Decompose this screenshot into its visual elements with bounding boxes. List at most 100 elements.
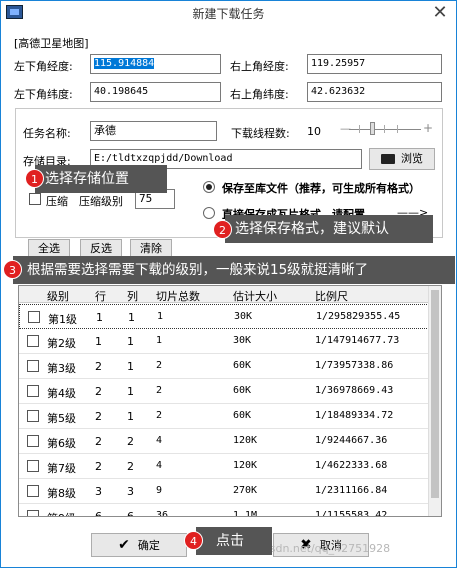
- lower-left-lat-field[interactable]: 40.198645: [90, 82, 221, 102]
- checkmark-icon: ✔: [118, 537, 130, 553]
- table-cell: 60K: [233, 360, 252, 371]
- table-cell: 120K: [233, 435, 258, 446]
- upper-right-lat-field[interactable]: 42.623632: [307, 82, 442, 102]
- table-cell: 第8级: [47, 487, 76, 500]
- table-cell: 2: [127, 460, 134, 473]
- browse-button[interactable]: 浏览: [369, 148, 435, 170]
- table-header: 级别 行 列 切片总数 估计大小 比例尺: [19, 286, 429, 303]
- compress-level-label: 压缩级别: [79, 195, 123, 208]
- title-bar[interactable]: 新建下载任务 ✕: [1, 1, 456, 27]
- slider-tick: [384, 125, 385, 133]
- upper-right-lng-label: 右上角经度:: [230, 60, 289, 73]
- table-cell: 1: [127, 410, 134, 423]
- table-cell: 1: [95, 335, 102, 348]
- table-cell: 1/4622333.68: [315, 460, 388, 471]
- table-cell: 1: [127, 335, 134, 348]
- table-cell: 4: [156, 460, 163, 471]
- table-row[interactable]: 第6级 2 2 4 120K 1/9244667.36: [19, 429, 429, 454]
- table-cell: 1/1155583.42: [315, 510, 388, 517]
- compress-label: 压缩: [46, 195, 68, 208]
- table-cell: 6: [95, 510, 102, 517]
- table-cell: 1: [157, 311, 164, 322]
- radio-save-library[interactable]: [203, 181, 215, 193]
- row-checkbox[interactable]: [27, 335, 39, 347]
- table-cell: 1.1M: [233, 510, 258, 517]
- table-cell: 1: [156, 335, 163, 346]
- levels-table: 级别 行 列 切片总数 估计大小 比例尺 第1级 1 1 1 30K 1/29582935…: [18, 285, 442, 517]
- table-cell: 4: [156, 435, 163, 446]
- table-cell: 3: [95, 485, 102, 498]
- window-title: 新建下载任务: [192, 7, 265, 21]
- table-cell: 36: [156, 510, 169, 517]
- ok-label: 确定: [137, 539, 160, 552]
- slider-plus-icon: +: [423, 121, 434, 135]
- table-cell: 2: [95, 385, 102, 398]
- table-cell: 2: [95, 435, 102, 448]
- table-cell: 270K: [233, 485, 258, 496]
- row-checkbox[interactable]: [27, 360, 39, 372]
- row-checkbox[interactable]: [27, 410, 39, 422]
- table-cell: 第3级: [47, 362, 76, 375]
- table-cell: 第4级: [47, 387, 76, 400]
- task-name-field[interactable]: 承德: [90, 121, 217, 141]
- table-cell: 第1级: [48, 313, 77, 326]
- threads-slider-thumb[interactable]: [370, 122, 375, 135]
- map-source-label: [高德卫星地图]: [14, 37, 89, 50]
- col-header-total[interactable]: 切片总数: [156, 288, 200, 304]
- row-checkbox[interactable]: [27, 510, 39, 516]
- col-header-row[interactable]: 行: [95, 288, 106, 304]
- callout-storage: 选择存储位置: [35, 165, 167, 193]
- scrollbar-thumb[interactable]: [431, 290, 439, 498]
- badge-2: 2: [213, 220, 232, 239]
- folder-icon: [381, 154, 395, 164]
- table-cell: 1/18489334.72: [315, 410, 394, 421]
- table-cell: 1/147914677.73: [315, 335, 400, 346]
- table-cell: 2: [95, 360, 102, 373]
- table-cell: 2: [95, 460, 102, 473]
- col-header-level[interactable]: 级别: [47, 288, 69, 304]
- table-row[interactable]: 第7级 2 2 4 120K 1/4622333.68: [19, 454, 429, 479]
- table-row[interactable]: 第5级 2 1 2 60K 1/18489334.72: [19, 404, 429, 429]
- table-row[interactable]: 第1级 1 1 1 30K 1/295829355.45: [19, 304, 429, 329]
- table-cell: 1: [128, 311, 135, 324]
- table-row[interactable]: 第2级 1 1 1 30K 1/147914677.73: [19, 329, 429, 354]
- table-row[interactable]: 第3级 2 1 2 60K 1/73957338.86: [19, 354, 429, 379]
- row-checkbox[interactable]: [28, 311, 40, 323]
- table-cell: 120K: [233, 460, 258, 471]
- row-checkbox[interactable]: [27, 435, 39, 447]
- table-cell: 30K: [233, 335, 252, 346]
- radio-save-tiles[interactable]: [203, 207, 215, 219]
- slider-tick: [397, 125, 398, 133]
- table-cell: 第7级: [47, 462, 76, 475]
- row-checkbox[interactable]: [27, 385, 39, 397]
- table-cell: 1: [96, 311, 103, 324]
- table-row[interactable]: 第9级 6 6 36 1.1M 1/1155583.42: [19, 504, 429, 517]
- table-cell: 1/295829355.45: [316, 311, 401, 322]
- row-checkbox[interactable]: [27, 460, 39, 472]
- lower-left-lng-label: 左下角经度:: [14, 60, 73, 73]
- ok-button[interactable]: ✔ 确定: [91, 533, 187, 557]
- callout-format: 选择保存格式，建议默认: [225, 215, 433, 243]
- row-checkbox[interactable]: [27, 485, 39, 497]
- close-icon[interactable]: ✕: [430, 3, 450, 23]
- badge-3: 3: [3, 260, 22, 279]
- table-cell: 2: [156, 385, 163, 396]
- option-library-label: 保存至库文件（推荐，可生成所有格式）: [222, 182, 420, 195]
- table-cell: 1/9244667.36: [315, 435, 388, 446]
- table-cell: 30K: [234, 311, 253, 322]
- upper-right-lng-field[interactable]: 119.25957: [307, 54, 442, 74]
- slider-tick: [359, 125, 360, 133]
- table-cell: 1/36978669.43: [315, 385, 394, 396]
- table-row[interactable]: 第4级 2 1 2 60K 1/36978669.43: [19, 379, 429, 404]
- col-header-size[interactable]: 估计大小: [233, 288, 277, 304]
- col-header-scale[interactable]: 比例尺: [315, 288, 348, 304]
- task-name-label: 任务名称:: [23, 127, 71, 140]
- lower-left-lng-field[interactable]: 115.914884: [90, 54, 221, 74]
- col-header-col[interactable]: 列: [127, 288, 138, 304]
- table-row[interactable]: 第8级 3 3 9 270K 1/2311166.84: [19, 479, 429, 504]
- compress-checkbox[interactable]: [29, 193, 41, 205]
- browse-label: 浏览: [401, 152, 423, 165]
- table-cell: 60K: [233, 385, 252, 396]
- table-scrollbar[interactable]: [428, 286, 441, 516]
- table-cell: 2: [156, 410, 163, 421]
